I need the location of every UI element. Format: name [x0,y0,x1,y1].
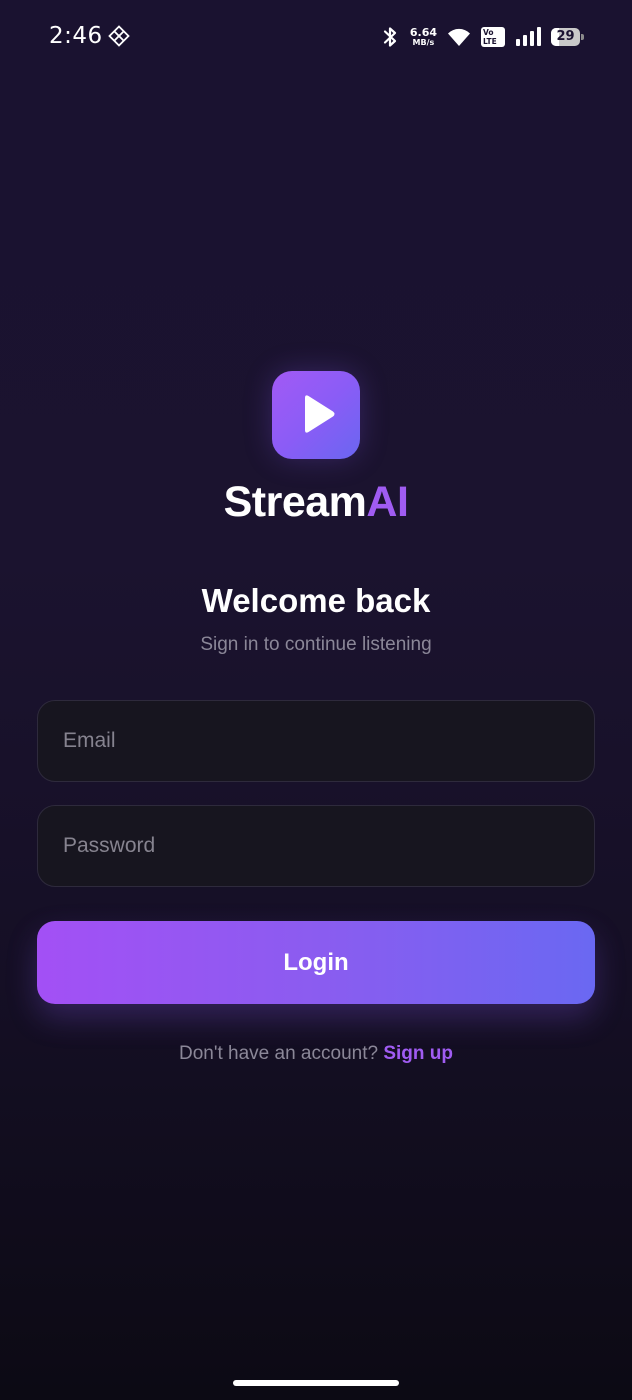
status-bar: 2:46 6.64 MB/s Vo LTE 29 [0,0,632,74]
battery-icon: 29 [551,28,584,46]
signup-prompt: Don't have an account? [179,1043,379,1064]
email-field[interactable] [37,700,595,782]
network-speed-value: 6.64 [409,26,437,39]
volte-label-top: Vo [483,28,494,37]
volte-icon: Vo LTE [481,27,505,47]
brand-name-main: Stream [223,478,367,526]
login-button[interactable]: Login [37,921,595,1004]
page-title: Welcome back [201,582,431,619]
volte-label-bottom: LTE [483,37,497,46]
status-icons: 6.64 MB/s Vo LTE 29 [370,24,584,50]
grid-diamond-icon [108,25,130,47]
status-time: 2:46 [49,23,103,49]
password-field[interactable] [37,805,595,887]
signal-icon [516,27,541,46]
brand-name: StreamAI [0,478,632,527]
brand-name-accent: AI [366,478,409,526]
battery-level: 29 [556,29,575,44]
home-indicator[interactable] [233,1380,399,1386]
page-subtitle: Sign in to continue listening [200,634,432,655]
play-icon [305,395,335,433]
network-speed: 6.64 MB/s [410,27,437,47]
signup-link[interactable]: Sign up [383,1043,453,1064]
wifi-icon [448,28,470,46]
app-logo [272,371,360,459]
network-speed-unit: MB/s [412,38,435,47]
bluetooth-icon [383,27,396,47]
signup-prompt-line: Don't have an account? Sign up [0,1043,632,1065]
